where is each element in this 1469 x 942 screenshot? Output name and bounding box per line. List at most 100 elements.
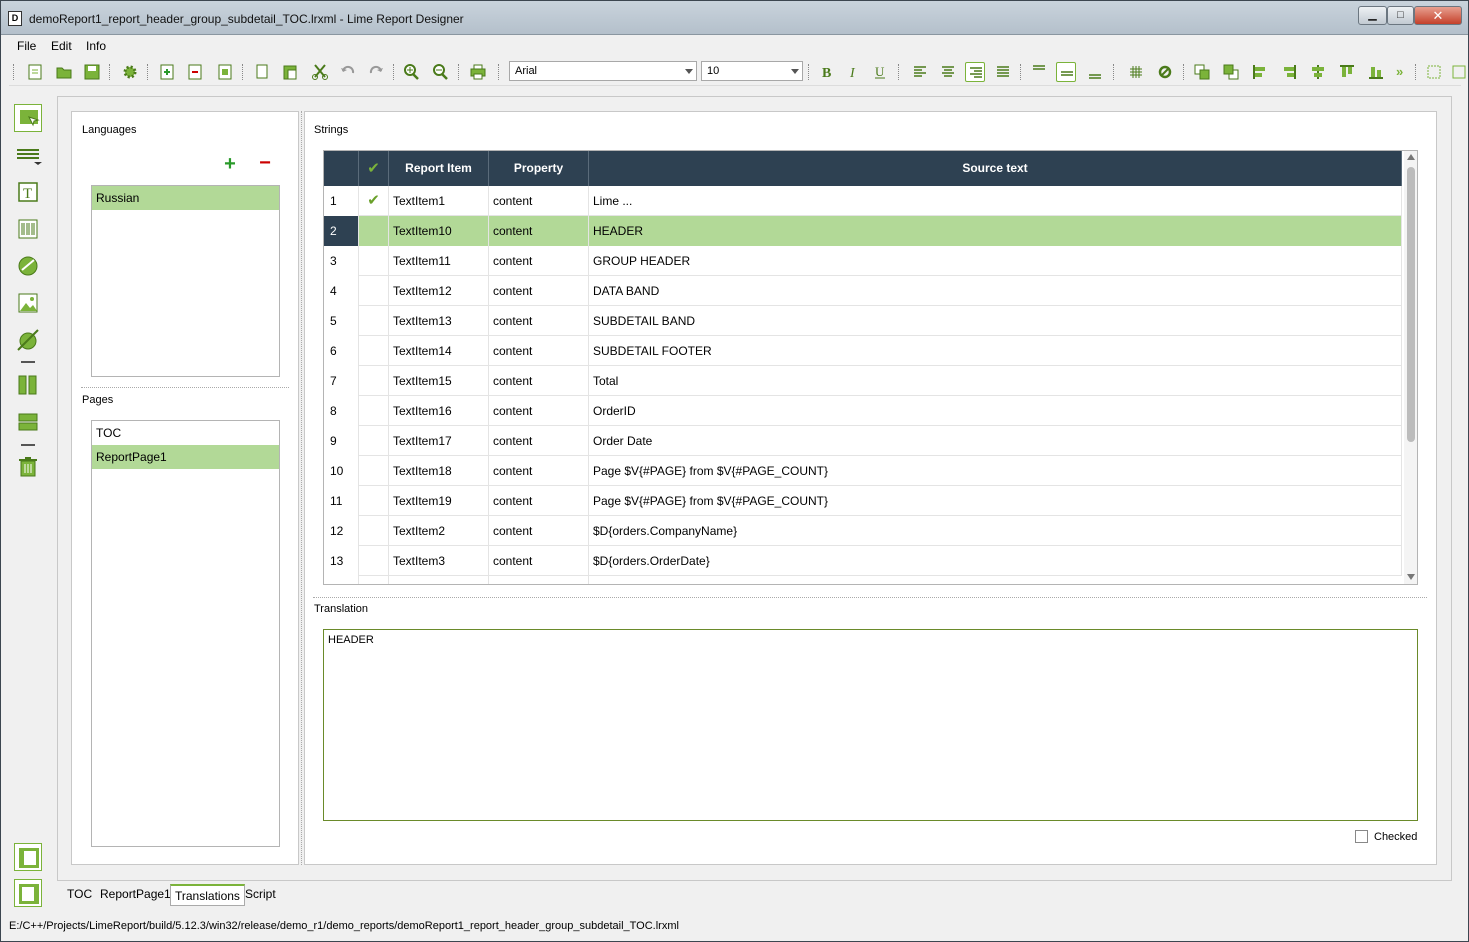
report-item-column-header[interactable]: Report Item [389, 151, 489, 186]
list-item[interactable]: Russian [92, 186, 279, 210]
menu-edit[interactable]: Edit [51, 39, 72, 53]
table-row[interactable]: 6 TextItem14 content SUBDETAIL FOOTER [324, 336, 1402, 366]
minimize-button[interactable]: ▁ [1358, 6, 1387, 25]
zoom-in-icon[interactable] [401, 62, 421, 82]
row-number[interactable]: 13 [324, 546, 359, 576]
align-justify-icon[interactable] [993, 62, 1013, 82]
table-row[interactable]: 4 TextItem12 content DATA BAND [324, 276, 1402, 306]
menu-info[interactable]: Info [86, 39, 106, 53]
menu-file[interactable]: File [17, 39, 36, 53]
row-number[interactable]: 2 [324, 216, 359, 246]
table-row[interactable]: 10 TextItem18 content Page $V{#PAGE} fro… [324, 456, 1402, 486]
copy-icon[interactable] [252, 62, 272, 82]
text-item-icon[interactable]: T [14, 178, 42, 206]
page-settings-icon[interactable] [215, 62, 235, 82]
table-row[interactable]: 1 ✔ TextItem1 content Lime ... [324, 186, 1402, 216]
table-row[interactable]: 9 TextItem17 content Order Date [324, 426, 1402, 456]
horizontal-layout-icon[interactable] [14, 371, 42, 399]
link-icon[interactable] [1155, 62, 1175, 82]
row-number[interactable] [324, 576, 359, 584]
settings-icon[interactable] [120, 62, 140, 82]
delete-page-icon[interactable] [185, 62, 205, 82]
chart-icon[interactable] [14, 326, 42, 354]
source-text-column-header[interactable]: Source text [589, 151, 1402, 186]
vertical-layout-icon[interactable] [14, 408, 42, 436]
delete-icon[interactable] [14, 453, 42, 481]
align-bottom-edges-icon[interactable] [1366, 62, 1386, 82]
close-button[interactable]: ✕ [1414, 6, 1462, 25]
send-back-icon[interactable] [1221, 62, 1241, 82]
toolbar-overflow-icon[interactable]: » [1396, 62, 1416, 82]
align-right-icon[interactable] [965, 62, 985, 82]
property-column-header[interactable]: Property [489, 151, 589, 186]
table-row[interactable]: 3 TextItem11 content GROUP HEADER [324, 246, 1402, 276]
checked-checkbox[interactable] [1355, 830, 1368, 843]
table-row[interactable] [324, 576, 1402, 584]
dock-right-icon[interactable] [14, 879, 42, 907]
row-number[interactable]: 4 [324, 276, 359, 306]
row-number[interactable]: 5 [324, 306, 359, 336]
underline-icon[interactable]: U [870, 62, 890, 82]
zoom-out-icon[interactable] [430, 62, 450, 82]
pages-list[interactable]: TOC ReportPage1 [91, 420, 280, 847]
languages-list[interactable]: Russian [91, 185, 280, 377]
row-number[interactable]: 10 [324, 456, 359, 486]
translation-input[interactable]: HEADER [323, 629, 1418, 821]
tab-toc[interactable]: TOC [63, 884, 96, 906]
row-number[interactable]: 6 [324, 336, 359, 366]
table-row[interactable]: 2 TextItem10 content HEADER [324, 216, 1402, 246]
scroll-up-icon[interactable] [1407, 154, 1415, 160]
title-bar[interactable]: D demoReport1_report_header_group_subdet… [1, 1, 1468, 35]
align-top-edges-icon[interactable] [1337, 62, 1357, 82]
tab-reportpage1[interactable]: ReportPage1 [96, 884, 175, 906]
toolbar-grip[interactable] [13, 64, 15, 80]
valign-center-icon[interactable] [1056, 62, 1076, 82]
bold-icon[interactable]: B [816, 62, 836, 82]
maximize-button[interactable]: □ [1387, 6, 1414, 25]
frame-icon[interactable] [1424, 62, 1444, 82]
align-vcenter-icon[interactable] [1308, 62, 1328, 82]
select-tool-icon[interactable] [14, 104, 42, 132]
row-number[interactable]: 9 [324, 426, 359, 456]
table-row[interactable]: 7 TextItem15 content Total [324, 366, 1402, 396]
scroll-down-icon[interactable] [1407, 574, 1415, 580]
paste-icon[interactable] [280, 62, 300, 82]
dock-left-icon[interactable] [14, 843, 42, 871]
save-icon[interactable] [82, 62, 102, 82]
row-number[interactable]: 3 [324, 246, 359, 276]
bring-front-icon[interactable] [1192, 62, 1212, 82]
shape-icon[interactable] [14, 252, 42, 280]
table-row[interactable]: 8 TextItem16 content OrderID [324, 396, 1402, 426]
image-icon[interactable] [14, 289, 42, 317]
tab-translations[interactable]: Translations [170, 884, 245, 906]
italic-icon[interactable]: I [843, 62, 863, 82]
table-row[interactable]: 11 TextItem19 content Page $V{#PAGE} fro… [324, 486, 1402, 516]
valign-bottom-icon[interactable] [1085, 62, 1105, 82]
align-center-icon[interactable] [938, 62, 958, 82]
table-row[interactable]: 5 TextItem13 content SUBDETAIL BAND [324, 306, 1402, 336]
row-number[interactable]: 1 [324, 186, 359, 216]
strings-scrollbar[interactable] [1404, 151, 1417, 584]
redo-icon[interactable] [366, 62, 386, 82]
checked-column-header[interactable]: ✔ [359, 151, 389, 186]
row-number[interactable]: 11 [324, 486, 359, 516]
valign-top-icon[interactable] [1029, 62, 1049, 82]
splitter[interactable] [313, 597, 1427, 599]
print-icon[interactable] [468, 62, 488, 82]
row-number[interactable]: 8 [324, 396, 359, 426]
frame-icon[interactable] [1449, 62, 1469, 82]
align-left-edges-icon[interactable] [1250, 62, 1270, 82]
align-right-edges-icon[interactable] [1279, 62, 1299, 82]
font-family-select[interactable]: Arial [509, 61, 697, 81]
barcode-icon[interactable] [14, 215, 42, 243]
table-row[interactable]: 12 TextItem2 content $D{orders.CompanyNa… [324, 516, 1402, 546]
add-language-button[interactable]: + [221, 154, 239, 174]
row-number[interactable]: 12 [324, 516, 359, 546]
band-tool-icon[interactable] [14, 142, 42, 170]
align-left-icon[interactable] [910, 62, 930, 82]
font-size-select[interactable]: 10 [701, 61, 803, 81]
splitter[interactable] [81, 387, 289, 389]
cut-icon[interactable] [310, 62, 330, 82]
strings-table[interactable]: ✔ Report Item Property Source text 1 ✔ T… [323, 150, 1418, 585]
remove-language-button[interactable]: − [256, 153, 274, 174]
